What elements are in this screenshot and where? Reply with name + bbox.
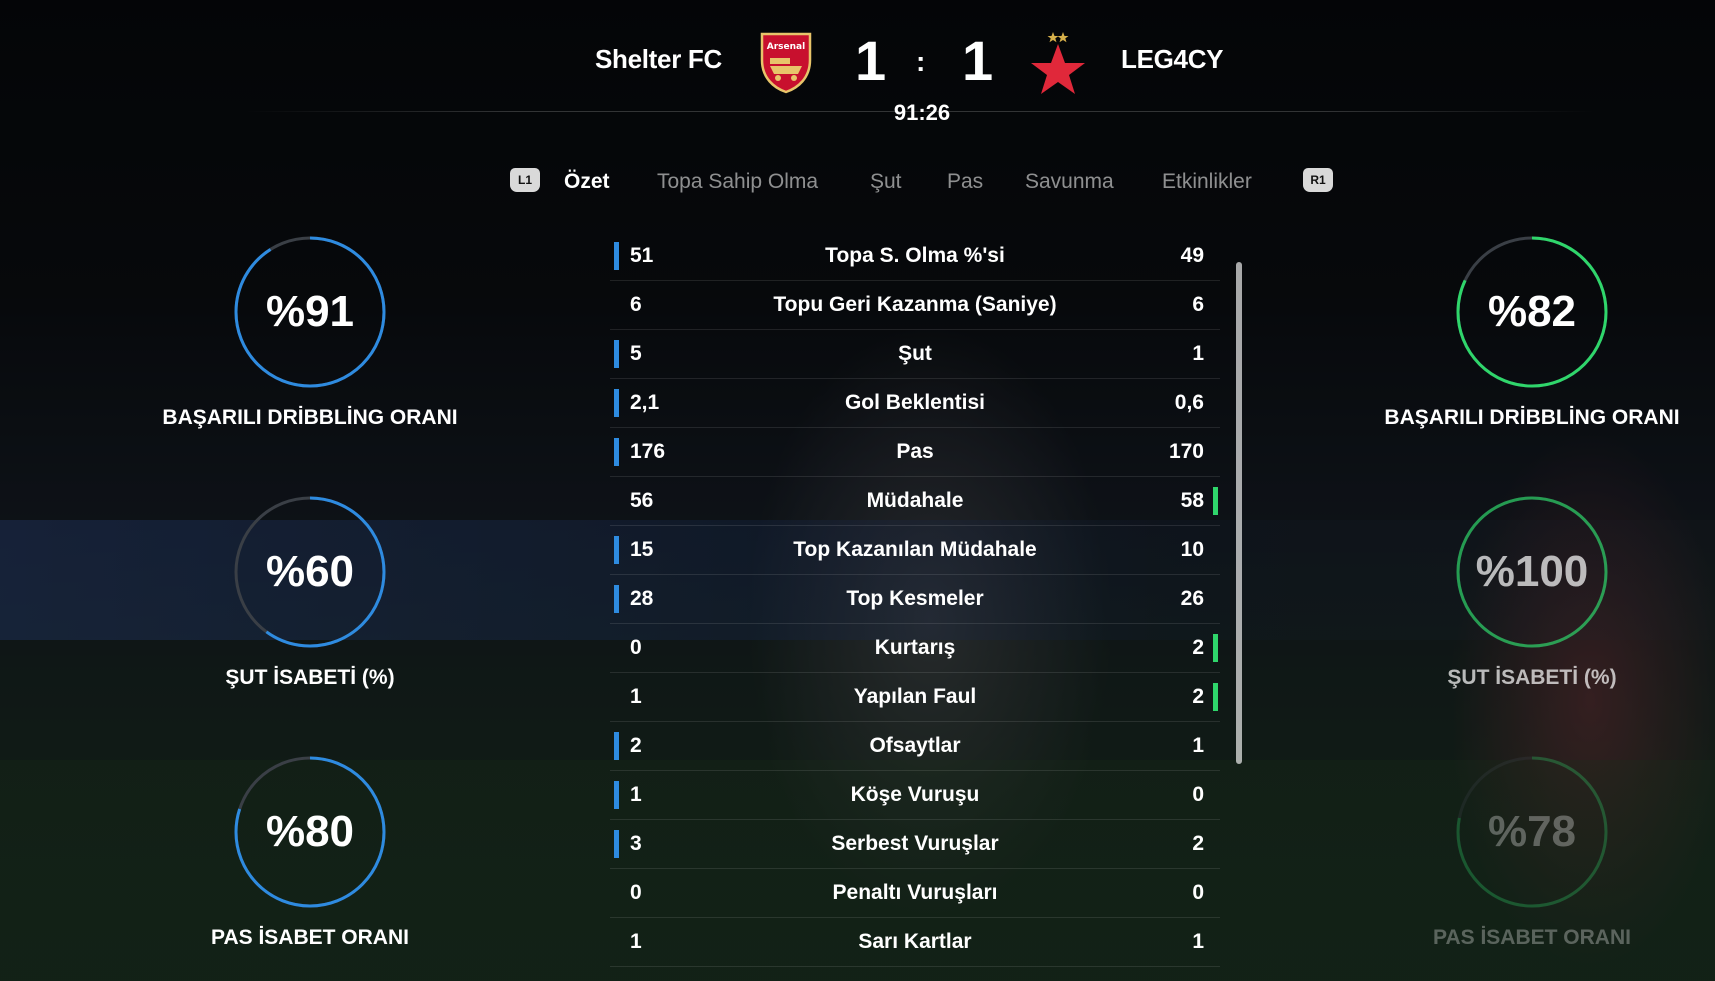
- stat-name: Kurtarış: [874, 636, 956, 659]
- away-team-name: LEG4CY: [1121, 44, 1224, 74]
- stat-row: 2 Ofsaytlar 1: [610, 722, 1220, 771]
- stat-name: Gol Beklentisi: [844, 391, 986, 414]
- stat-row: 0 Kurtarış 2: [610, 624, 1220, 673]
- away-stat-value: 1: [1192, 342, 1204, 365]
- away-stat-value: 2: [1192, 685, 1204, 708]
- stat-row: 2,1 Gol Beklentisi 0,6: [610, 379, 1220, 428]
- stat-name: Top Kazanılan Müdahale: [793, 538, 1037, 561]
- stat-row: 3 Serbest Vuruşlar 2: [610, 820, 1220, 869]
- tab-etkinlikler[interactable]: Etkinlikler: [1162, 170, 1252, 194]
- ring-label: PAS İSABET ORANI: [1433, 926, 1631, 949]
- stat-row: 1 Köşe Vuruşu 0: [610, 771, 1220, 820]
- ring-value: %60: [265, 547, 355, 596]
- away-stat-value: 0,6: [1174, 391, 1204, 414]
- away-stat-value: 1: [1192, 734, 1204, 757]
- home-score: 1: [855, 29, 887, 92]
- stat-name: Pas: [896, 440, 934, 463]
- tab-topa-sahip-olma[interactable]: Topa Sahip Olma: [657, 170, 818, 194]
- away-stat-value: 1: [1192, 930, 1204, 953]
- home-dribbling-ring: %91 BAŞARILI DRİBBLİNG ORANI: [150, 234, 470, 430]
- away-pass-accuracy-ring: %78 PAS İSABET ORANI: [1372, 754, 1692, 950]
- away-stat-value: 58: [1180, 489, 1204, 512]
- stat-name: Yapılan Faul: [853, 685, 977, 708]
- tab-savunma[interactable]: Savunma: [1025, 170, 1114, 194]
- red-star-crest-icon: [1031, 32, 1085, 94]
- away-score: 1: [962, 29, 994, 92]
- ring-value: %80: [265, 807, 355, 856]
- ring-label: ŞUT İSABETİ (%): [225, 666, 395, 689]
- stat-row: 1 Yapılan Faul 2: [610, 673, 1220, 722]
- stat-row: 28 Top Kesmeler 26: [610, 575, 1220, 624]
- r1-bumper-icon[interactable]: R1: [1303, 168, 1333, 192]
- crest-text: Arsenal: [767, 42, 805, 52]
- stat-row: 176 Pas 170: [610, 428, 1220, 477]
- stat-name: Penaltı Vuruşları: [832, 881, 998, 904]
- away-stat-value: 6: [1192, 293, 1204, 316]
- arsenal-crest-icon: Arsenal: [760, 32, 812, 94]
- away-stat-value: 0: [1192, 881, 1204, 904]
- stat-name: Topa S. Olma %'si: [825, 244, 1005, 267]
- away-shot-accuracy-ring: %100 ŞUT İSABETİ (%): [1372, 494, 1692, 690]
- tab-ozet[interactable]: Özet: [564, 170, 610, 194]
- ring-value: %91: [265, 287, 355, 336]
- stat-row: 1 Sarı Kartlar 1: [610, 918, 1220, 967]
- away-stat-value: 26: [1180, 587, 1204, 610]
- ring-value: %78: [1487, 807, 1577, 856]
- ring-label: PAS İSABET ORANI: [211, 926, 409, 949]
- away-stat-value: 49: [1180, 244, 1204, 267]
- home-pass-accuracy-ring: %80 PAS İSABET ORANI: [150, 754, 470, 950]
- match-stats-table: 51 Topa S. Olma %'si 49 6 Topu Geri Kazanma …: [610, 232, 1220, 967]
- stat-row: 56 Müdahale 58: [610, 477, 1220, 526]
- l1-bumper-icon[interactable]: L1: [510, 168, 540, 192]
- away-stat-value: 2: [1192, 636, 1204, 659]
- stat-name: Şut: [898, 342, 932, 365]
- away-stat-value: 2: [1192, 832, 1204, 855]
- ring-label: ŞUT İSABETİ (%): [1447, 666, 1617, 689]
- ring-label: BAŞARILI DRİBBLİNG ORANI: [1384, 406, 1680, 429]
- away-stat-value: 10: [1180, 538, 1204, 561]
- home-shot-accuracy-ring: %60 ŞUT İSABETİ (%): [150, 494, 470, 690]
- away-leader-bar: [1213, 634, 1218, 662]
- stat-name: Müdahale: [866, 489, 964, 512]
- stat-name: Serbest Vuruşlar: [831, 832, 999, 855]
- stat-name: Topu Geri Kazanma (Saniye): [773, 293, 1057, 316]
- ring-value: %82: [1487, 287, 1577, 336]
- away-leader-bar: [1213, 487, 1218, 515]
- stat-name: Köşe Vuruşu: [850, 783, 980, 806]
- away-stat-value: 170: [1168, 440, 1204, 463]
- stat-row: 51 Topa S. Olma %'si 49: [610, 232, 1220, 281]
- stat-row: 6 Topu Geri Kazanma (Saniye) 6: [610, 281, 1220, 330]
- home-team-name: Shelter FC: [594, 44, 722, 74]
- tab-pas[interactable]: Pas: [947, 170, 983, 194]
- away-stat-value: 0: [1192, 783, 1204, 806]
- stat-name: Sarı Kartlar: [858, 930, 972, 953]
- ring-value: %100: [1475, 547, 1589, 596]
- stat-name: Top Kesmeler: [846, 587, 984, 610]
- away-leader-bar: [1213, 683, 1218, 711]
- stat-row: 5 Şut 1: [610, 330, 1220, 379]
- stat-row: 0 Penaltı Vuruşları 0: [610, 869, 1220, 918]
- ring-label: BAŞARILI DRİBBLİNG ORANI: [162, 406, 458, 429]
- match-clock: 91:26: [893, 100, 951, 125]
- tab-sut[interactable]: Şut: [870, 170, 902, 194]
- away-dribbling-ring: %82 BAŞARILI DRİBBLİNG ORANI: [1372, 234, 1692, 430]
- stats-tab-bar: L1 Özet Topa Sahip Olma Şut Pas Savunma …: [0, 168, 1715, 204]
- stat-name: Ofsaytlar: [869, 734, 961, 757]
- scoreboard-header: Shelter FC Arsenal 1 : 1 LEG4CY 91:26: [0, 0, 1715, 125]
- stats-scrollbar[interactable]: [1236, 262, 1242, 764]
- score-separator: :: [916, 46, 926, 77]
- stat-row: 15 Top Kazanılan Müdahale 10: [610, 526, 1220, 575]
